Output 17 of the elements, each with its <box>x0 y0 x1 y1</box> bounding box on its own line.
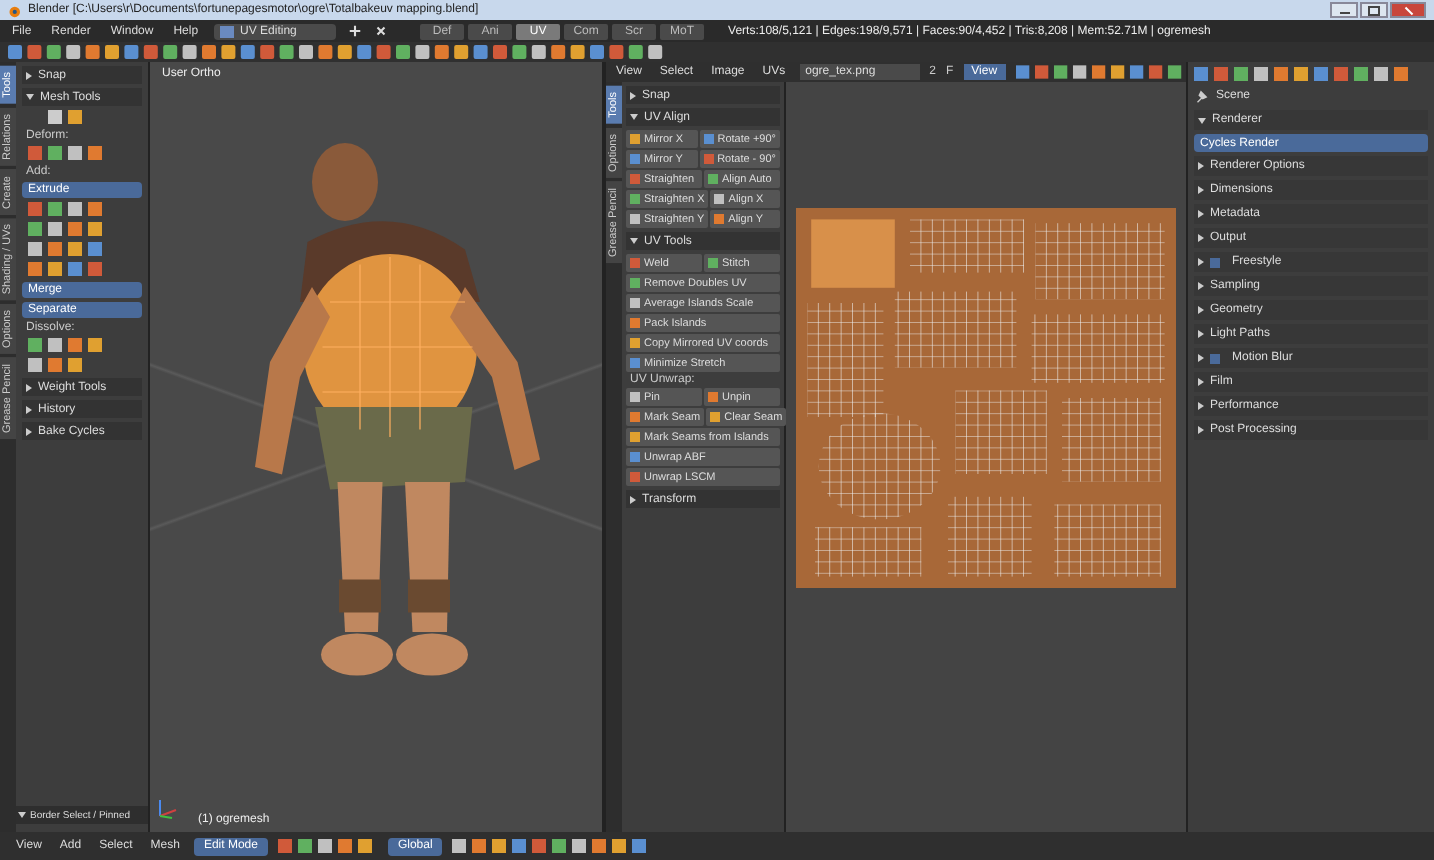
tool-icons-drawing <box>26 202 106 218</box>
header-icons-drawing <box>277 838 378 854</box>
pin-icon[interactable] <box>1194 89 1208 103</box>
close-icon[interactable] <box>374 24 389 38</box>
minimize-button[interactable] <box>1330 2 1358 18</box>
add-icon[interactable] <box>348 24 363 38</box>
blender-logo-icon <box>4 3 22 17</box>
tool-icons-drawing <box>26 338 106 354</box>
checkbox[interactable] <box>1210 257 1220 267</box>
tool-icons-drawing <box>26 146 106 162</box>
tool-icons-drawing <box>26 262 106 278</box>
close-button[interactable] <box>1390 2 1426 18</box>
checkbox[interactable] <box>1210 353 1220 363</box>
tool-icons-drawing <box>26 222 106 238</box>
axis-gizmo-icon <box>156 796 180 820</box>
tool-icons-drawing <box>26 242 106 258</box>
maximize-button[interactable] <box>1360 2 1388 18</box>
